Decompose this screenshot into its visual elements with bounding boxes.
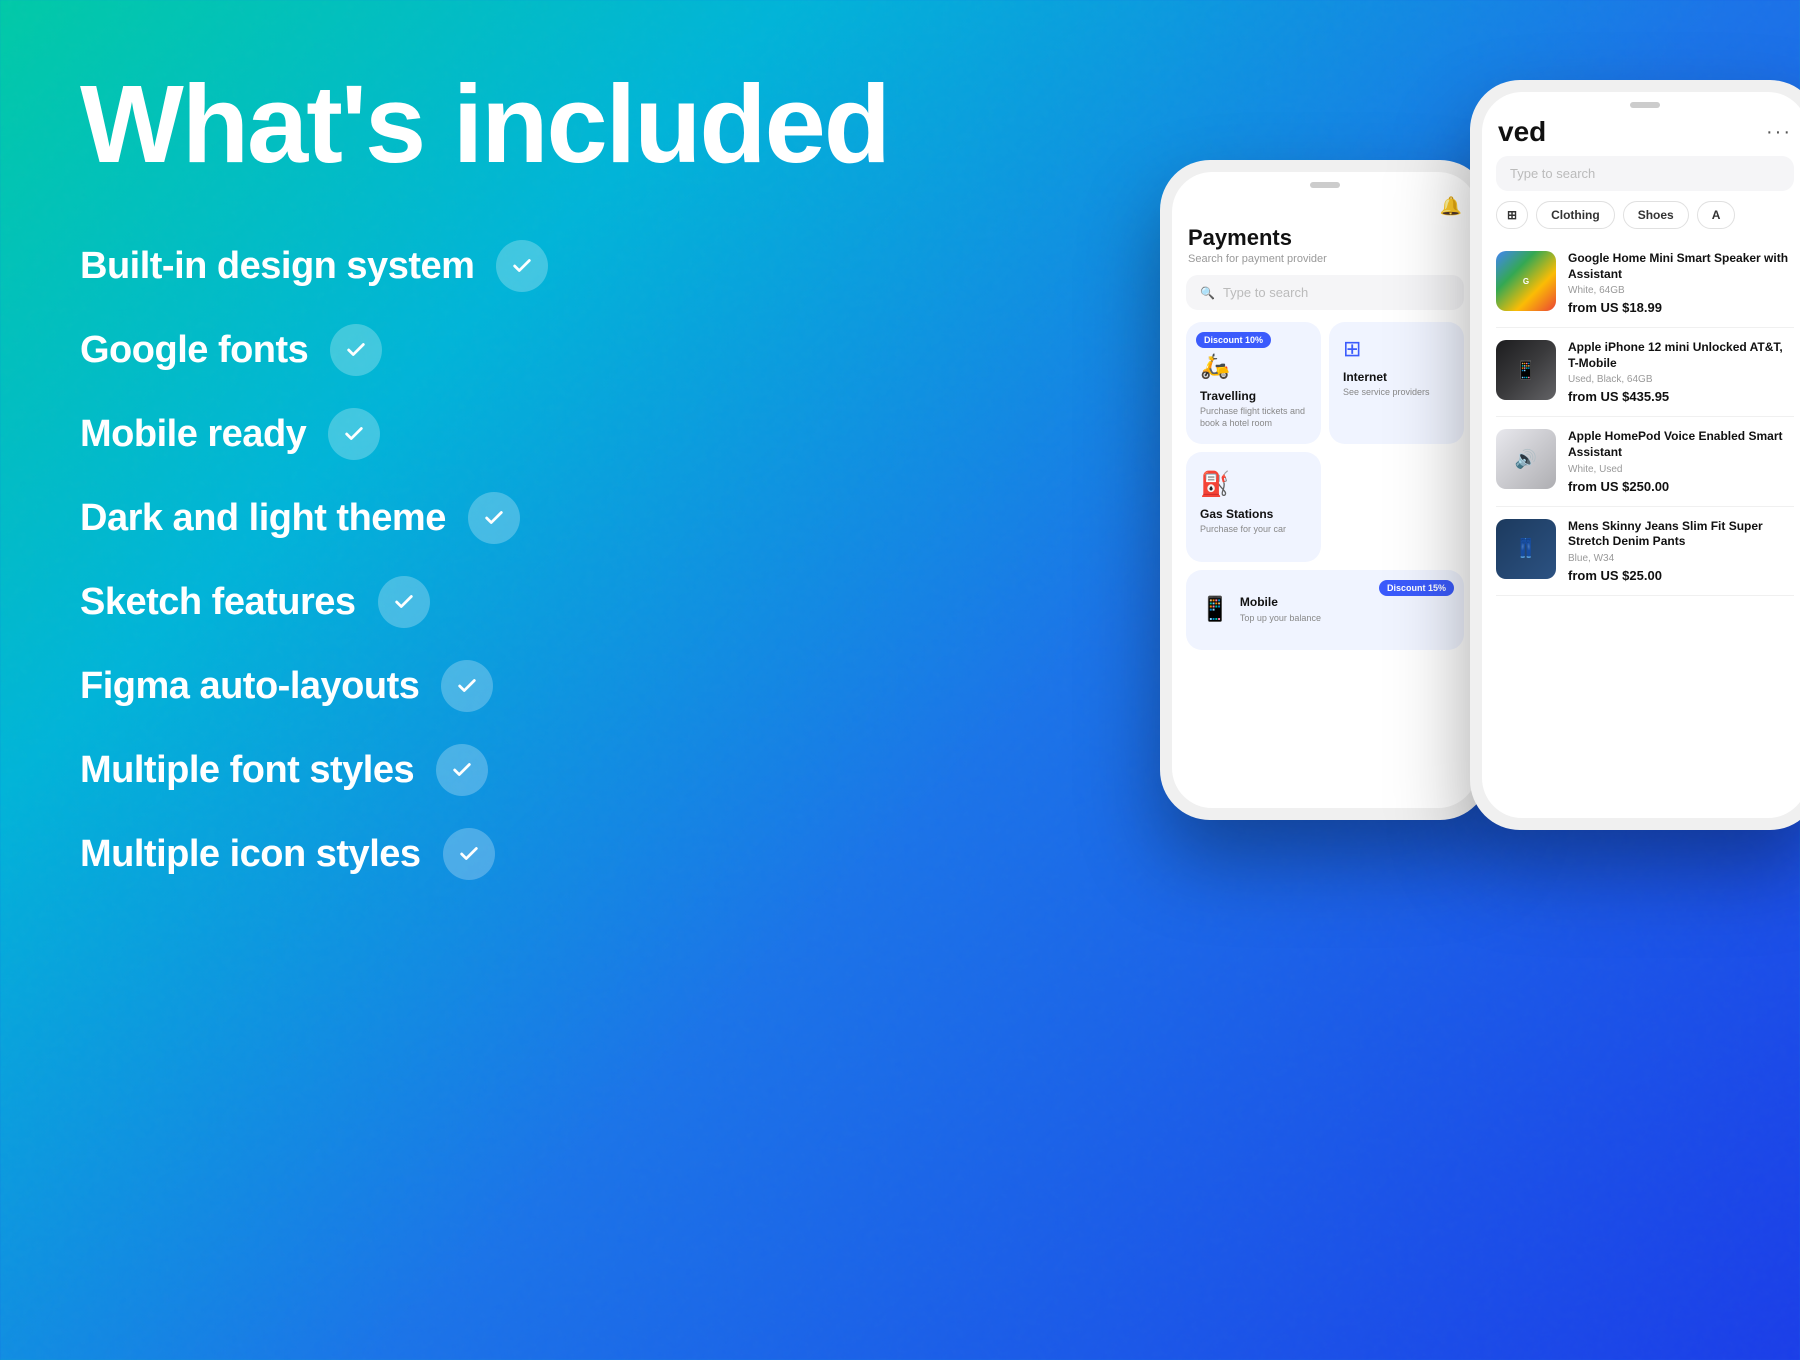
product-price-iphone: from US $435.95 <box>1568 389 1794 404</box>
check-badge-google-fonts <box>330 324 382 376</box>
features-list: Built-in design system Google fonts Mobile… <box>80 240 660 880</box>
shop-header: ved ··· <box>1482 108 1800 152</box>
feature-design-system: Built-in design system <box>80 240 660 292</box>
gas-stations-card[interactable]: ⛽ Gas Stations Purchase for your car <box>1186 452 1321 562</box>
product-item-homepod[interactable]: 🔊 Apple HomePod Voice Enabled Smart Assi… <box>1496 417 1794 506</box>
mobile-title: Mobile <box>1240 595 1321 609</box>
feature-mobile-ready: Mobile ready <box>80 408 660 460</box>
check-badge-sketch <box>378 576 430 628</box>
search-placeholder: Type to search <box>1223 285 1308 300</box>
product-name-google-home: Google Home Mini Smart Speaker with Assi… <box>1568 251 1794 282</box>
travelling-icon: 🛵 <box>1200 352 1307 381</box>
phone-right-screen: ved ··· Type to search ⊞ Clothing Shoes … <box>1482 92 1800 818</box>
category-clothing[interactable]: Clothing <box>1536 201 1615 229</box>
product-item-google-home[interactable]: G Google Home Mini Smart Speaker with As… <box>1496 239 1794 328</box>
feature-label-icon-styles: Multiple icon styles <box>80 833 421 876</box>
travelling-card[interactable]: Discount 10% 🛵 Travelling Purchase fligh… <box>1186 322 1321 444</box>
more-options-icon[interactable]: ··· <box>1766 121 1792 144</box>
product-info-iphone: Apple iPhone 12 mini Unlocked AT&T, T-Mo… <box>1568 340 1794 404</box>
internet-desc: See service providers <box>1343 387 1450 399</box>
gas-title: Gas Stations <box>1200 507 1307 521</box>
iphone-img: 📱 <box>1496 340 1556 400</box>
phones-container: 🔔 Payments Search for payment provider 🔍… <box>1160 80 1800 830</box>
product-item-jeans[interactable]: 👖 Mens Skinny Jeans Slim Fit Super Stret… <box>1496 507 1794 596</box>
payments-search[interactable]: 🔍 Type to search <box>1186 275 1464 310</box>
feature-label-mobile-ready: Mobile ready <box>80 413 306 456</box>
feature-label-google-fonts: Google fonts <box>80 329 308 372</box>
product-price-homepod: from US $250.00 <box>1568 479 1794 494</box>
product-image-jeans: 👖 <box>1496 519 1556 579</box>
phone-left-screen: 🔔 Payments Search for payment provider 🔍… <box>1172 172 1478 808</box>
mobile-icon: 📱 <box>1200 595 1230 624</box>
product-price-google-home: from US $18.99 <box>1568 300 1794 315</box>
check-badge-mobile-ready <box>328 408 380 460</box>
feature-label-figma-layouts: Figma auto-layouts <box>80 665 419 708</box>
product-image-google-home: G <box>1496 251 1556 311</box>
payments-header: 🔔 <box>1172 188 1478 221</box>
product-price-jeans: from US $25.00 <box>1568 568 1794 583</box>
google-home-img: G <box>1496 251 1556 311</box>
homepod-img: 🔊 <box>1496 429 1556 489</box>
gas-icon: ⛽ <box>1200 470 1307 499</box>
product-item-iphone[interactable]: 📱 Apple iPhone 12 mini Unlocked AT&T, T-… <box>1496 328 1794 417</box>
product-list: G Google Home Mini Smart Speaker with As… <box>1482 239 1800 818</box>
mobile-desc: Top up your balance <box>1240 613 1321 625</box>
mobile-card[interactable]: 📱 Mobile Top up your balance Discount 15… <box>1186 570 1464 650</box>
phone-left: 🔔 Payments Search for payment provider 🔍… <box>1160 160 1490 820</box>
feature-font-styles: Multiple font styles <box>80 744 660 796</box>
category-more[interactable]: A <box>1697 201 1736 229</box>
payment-grid: Discount 10% 🛵 Travelling Purchase fligh… <box>1172 322 1478 562</box>
categories-row: ⊞ Clothing Shoes A <box>1482 201 1800 239</box>
product-image-iphone: 📱 <box>1496 340 1556 400</box>
category-all-icon[interactable]: ⊞ <box>1496 201 1528 229</box>
phone-right: ved ··· Type to search ⊞ Clothing Shoes … <box>1470 80 1800 830</box>
product-name-homepod: Apple HomePod Voice Enabled Smart Assist… <box>1568 429 1794 460</box>
qr-icon: ⊞ <box>1343 336 1450 362</box>
product-variant-iphone: Used, Black, 64GB <box>1568 374 1794 385</box>
product-info-google-home: Google Home Mini Smart Speaker with Assi… <box>1568 251 1794 315</box>
check-badge-font-styles <box>436 744 488 796</box>
payments-subtitle: Search for payment provider <box>1172 253 1478 275</box>
feature-label-font-styles: Multiple font styles <box>80 749 414 792</box>
travelling-title: Travelling <box>1200 389 1307 403</box>
category-shoes[interactable]: Shoes <box>1623 201 1689 229</box>
product-variant-homepod: White, Used <box>1568 464 1794 475</box>
payments-title: Payments <box>1172 221 1478 253</box>
feature-icon-styles: Multiple icon styles <box>80 828 660 880</box>
internet-card[interactable]: ⊞ Internet See service providers <box>1329 322 1464 444</box>
feature-sketch: Sketch features <box>80 576 660 628</box>
check-badge-dark-light <box>468 492 520 544</box>
discount-badge-travelling: Discount 10% <box>1196 332 1271 348</box>
feature-dark-light: Dark and light theme <box>80 492 660 544</box>
check-badge-figma-layouts <box>441 660 493 712</box>
product-info-homepod: Apple HomePod Voice Enabled Smart Assist… <box>1568 429 1794 493</box>
feature-google-fonts: Google fonts <box>80 324 660 376</box>
product-name-iphone: Apple iPhone 12 mini Unlocked AT&T, T-Mo… <box>1568 340 1794 371</box>
gas-desc: Purchase for your car <box>1200 524 1307 536</box>
feature-label-design-system: Built-in design system <box>80 245 474 288</box>
product-info-jeans: Mens Skinny Jeans Slim Fit Super Stretch… <box>1568 519 1794 583</box>
shop-title: ved <box>1498 116 1546 148</box>
product-variant-google-home: White, 64GB <box>1568 285 1794 296</box>
product-image-homepod: 🔊 <box>1496 429 1556 489</box>
search-icon: 🔍 <box>1200 286 1215 300</box>
jeans-img: 👖 <box>1496 519 1556 579</box>
mobile-discount-badge: Discount 15% <box>1379 580 1454 596</box>
feature-label-sketch: Sketch features <box>80 581 356 624</box>
feature-label-dark-light: Dark and light theme <box>80 497 446 540</box>
check-badge-design-system <box>496 240 548 292</box>
travelling-desc: Purchase flight tickets and book a hotel… <box>1200 406 1307 429</box>
mobile-card-info: Mobile Top up your balance <box>1240 595 1321 624</box>
internet-title: Internet <box>1343 370 1450 384</box>
product-name-jeans: Mens Skinny Jeans Slim Fit Super Stretch… <box>1568 519 1794 550</box>
shop-search-placeholder: Type to search <box>1510 166 1595 181</box>
product-variant-jeans: Blue, W34 <box>1568 553 1794 564</box>
shop-search[interactable]: Type to search <box>1496 156 1794 191</box>
feature-figma-layouts: Figma auto-layouts <box>80 660 660 712</box>
bell-icon: 🔔 <box>1440 196 1462 217</box>
check-badge-icon-styles <box>443 828 495 880</box>
